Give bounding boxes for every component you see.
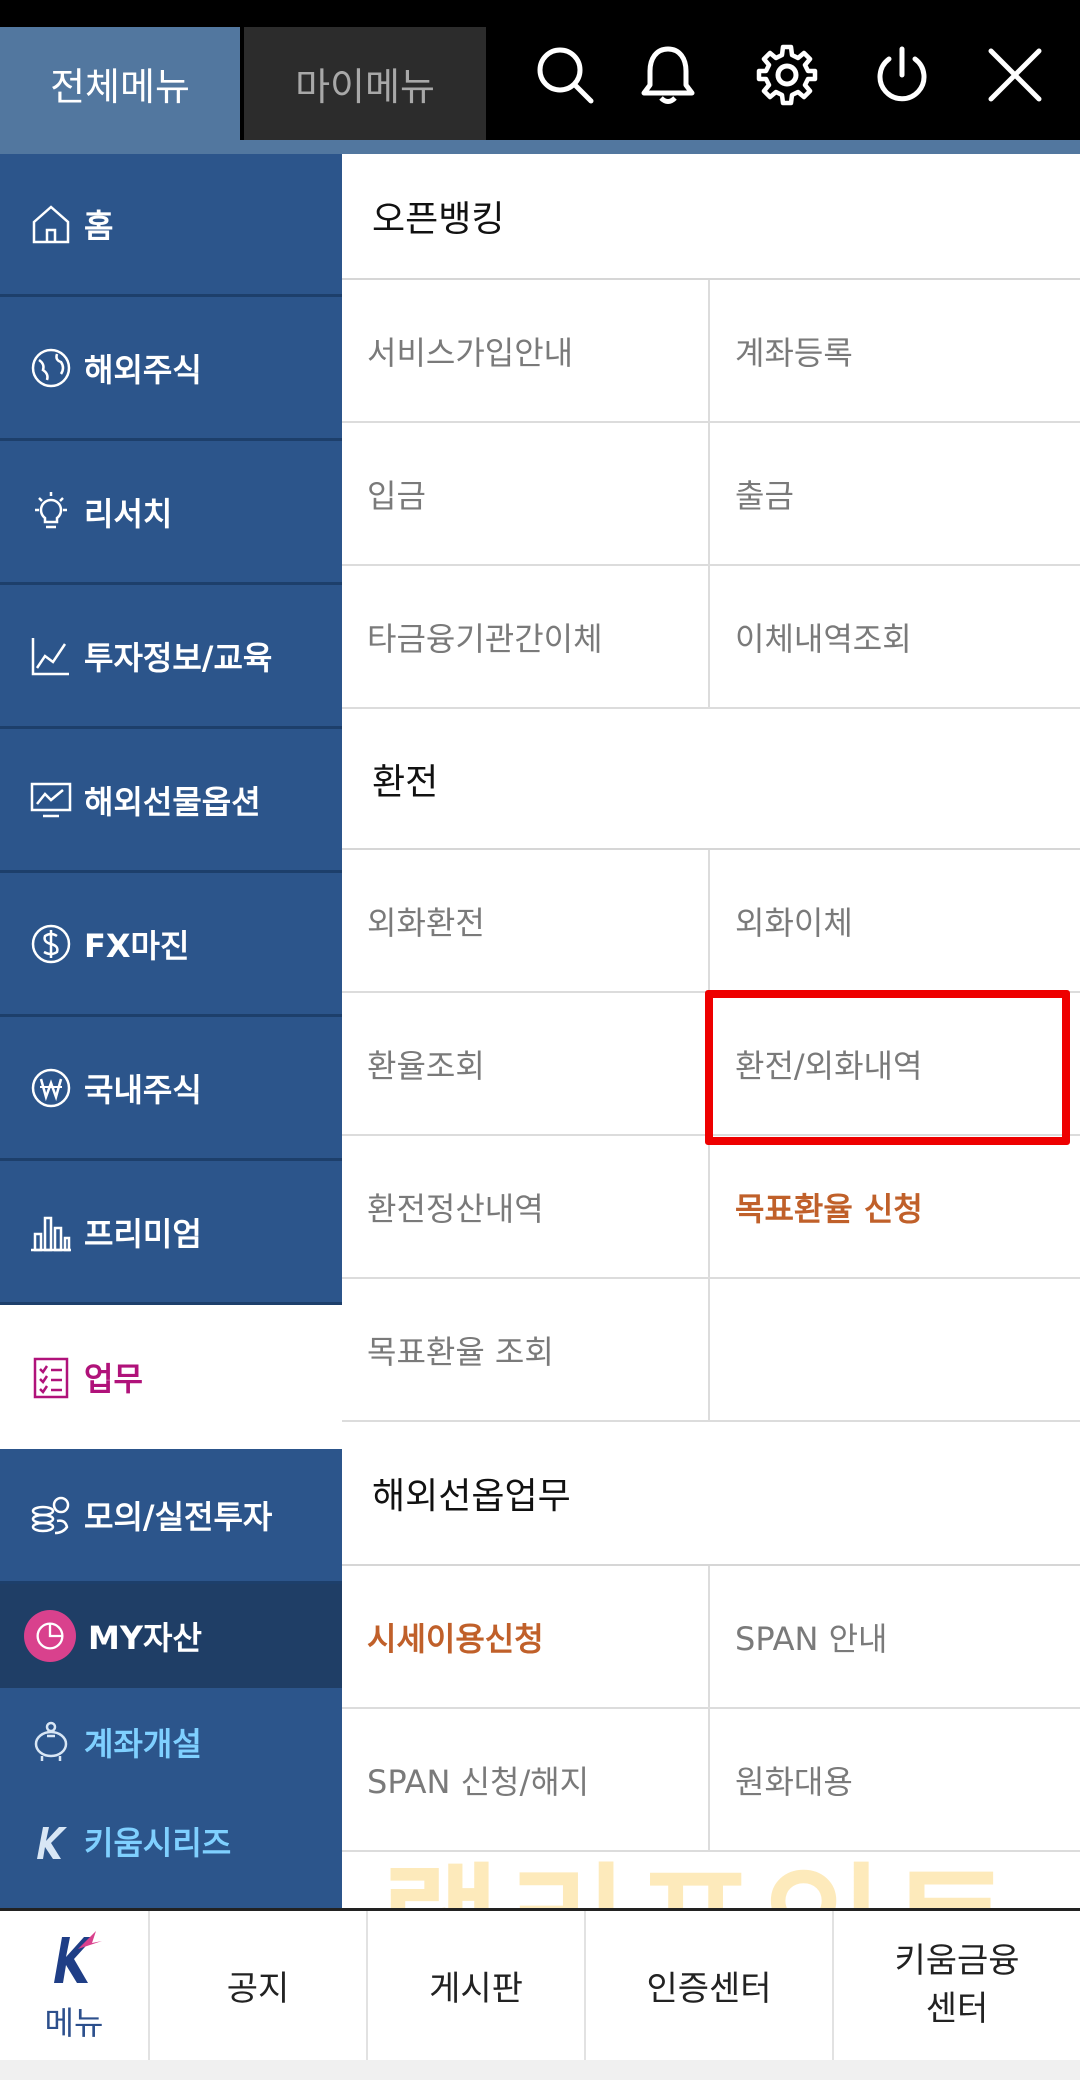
pie-chart-icon: [24, 1610, 76, 1662]
my-asset-label: MY자산: [88, 1619, 202, 1657]
tab-my-menu[interactable]: 마이메뉴: [244, 27, 486, 140]
system-nav-area: [0, 2060, 1080, 2080]
monitor-chart-icon: [28, 777, 74, 823]
line-chart-icon: [28, 633, 74, 679]
menu-item-won-substitute[interactable]: 원화대용: [710, 1709, 1080, 1852]
bottom-bar: 메뉴 공지 게시판 인증센터 키움금융 센터: [0, 1908, 1080, 2060]
menu-item-account-register[interactable]: 계좌등록: [710, 280, 1080, 423]
section-title-open-banking: 오픈뱅킹: [342, 154, 1080, 280]
sidebar-item-label: FX마진: [84, 926, 190, 965]
bottom-board[interactable]: 게시판: [368, 1911, 586, 2060]
sidebar-item-domestic-stock[interactable]: 국내주식: [0, 1017, 342, 1161]
menu-item-withdraw[interactable]: 출금: [710, 423, 1080, 566]
finance-center-line1: 키움금융: [894, 1940, 1020, 1981]
menu-item-span-apply[interactable]: SPAN 신청/해지: [342, 1709, 710, 1852]
menu-label: 메뉴: [44, 2004, 104, 2042]
bottom-menu-button[interactable]: 메뉴: [0, 1911, 150, 2060]
dollar-icon: [28, 921, 74, 967]
sidebar-item-invest-info[interactable]: 투자정보/교육: [0, 585, 342, 729]
top-bar: 전체메뉴 마이메뉴: [0, 0, 1080, 140]
sidebar-item-label: 해외주식: [84, 350, 202, 389]
sidebar-item-mock-invest[interactable]: 모의/실전투자: [0, 1449, 342, 1584]
sidebar-item-label: 해외선물옵션: [84, 782, 261, 821]
finance-center-line2: 센터: [925, 1988, 989, 2029]
account-open-label: 계좌개설: [84, 1725, 202, 1763]
sidebar-item-fx-margin[interactable]: FX마진: [0, 873, 342, 1017]
sidebar-item-premium[interactable]: 프리미엄: [0, 1161, 342, 1305]
kiwoom-logo-icon: [44, 1927, 104, 1996]
search-icon[interactable]: [525, 30, 605, 120]
menu-item-transfer-history[interactable]: 이체내역조회: [710, 566, 1080, 709]
menu-item-settlement-history[interactable]: 환전정산내역: [342, 1136, 710, 1279]
menu-item-rate-inquiry[interactable]: 환율조회: [342, 993, 710, 1136]
kiwoom-k-icon: [28, 1818, 74, 1864]
sidebar: 홈 해외주식 리서치 투자정보/교육 해외선물옵션 FX마진 국내주식 프리미엄…: [0, 154, 342, 1908]
menu-item-deposit[interactable]: 입금: [342, 423, 710, 566]
sidebar-item-label: 모의/실전투자: [84, 1498, 273, 1536]
menu-item-interbank-transfer[interactable]: 타금융기관간이체: [342, 566, 710, 709]
account-open-link[interactable]: 계좌개설: [0, 1692, 342, 1792]
menu-item-service-guide[interactable]: 서비스가입안내: [342, 280, 710, 423]
sidebar-item-label: 리서치: [84, 494, 173, 533]
kiwoom-series-label: 키움시리즈: [84, 1824, 232, 1862]
menu-item-empty: [710, 1279, 1080, 1422]
section-title-exchange: 환전: [342, 709, 1080, 850]
power-icon[interactable]: [862, 30, 942, 120]
sidebar-item-label: 홈: [84, 207, 114, 245]
header-divider: [0, 140, 1080, 154]
lightbulb-icon: [28, 489, 74, 535]
highlight-annotation: [705, 990, 1070, 1145]
menu-item-fx-transfer[interactable]: 외화이체: [710, 850, 1080, 993]
bottom-cert-center[interactable]: 인증센터: [586, 1911, 834, 2060]
bottom-notice[interactable]: 공지: [150, 1911, 368, 2060]
close-icon[interactable]: [975, 30, 1055, 120]
sidebar-item-home[interactable]: 홈: [0, 154, 342, 297]
section-title-overseas-futures: 해외선옵업무: [342, 1422, 1080, 1566]
won-icon: [28, 1065, 74, 1111]
piggy-bank-icon: [28, 1719, 74, 1765]
gear-icon[interactable]: [747, 30, 827, 120]
sidebar-item-overseas-stock[interactable]: 해외주식: [0, 297, 342, 441]
bar-chart-icon: [28, 1209, 74, 1255]
menu-item-target-rate-apply[interactable]: 목표환율 신청: [710, 1136, 1080, 1279]
globe-icon: [28, 345, 74, 391]
menu-item-quote-apply[interactable]: 시세이용신청: [342, 1566, 710, 1709]
sidebar-item-label: 업무: [84, 1360, 143, 1398]
coins-icon: [28, 1492, 74, 1538]
tab-all-menu[interactable]: 전체메뉴: [0, 27, 240, 140]
bell-icon[interactable]: [628, 30, 708, 120]
sidebar-item-label: 투자정보/교육: [84, 638, 273, 677]
bottom-finance-center[interactable]: 키움금융 센터: [834, 1911, 1080, 2060]
sidebar-item-label: 국내주식: [84, 1070, 202, 1109]
kiwoom-series-link[interactable]: 키움시리즈: [0, 1791, 342, 1891]
menu-item-target-rate-inquiry[interactable]: 목표환율 조회: [342, 1279, 710, 1422]
menu-item-fx-exchange[interactable]: 외화환전: [342, 850, 710, 993]
my-asset-button[interactable]: MY자산: [0, 1584, 342, 1688]
sidebar-item-overseas-futures[interactable]: 해외선물옵션: [0, 729, 342, 873]
sidebar-item-business[interactable]: 업무: [0, 1305, 342, 1449]
home-icon: [28, 201, 74, 247]
sidebar-item-label: 프리미엄: [84, 1214, 202, 1253]
sidebar-item-research[interactable]: 리서치: [0, 441, 342, 585]
checklist-icon: [28, 1354, 74, 1400]
menu-item-span-guide[interactable]: SPAN 안내: [710, 1566, 1080, 1709]
